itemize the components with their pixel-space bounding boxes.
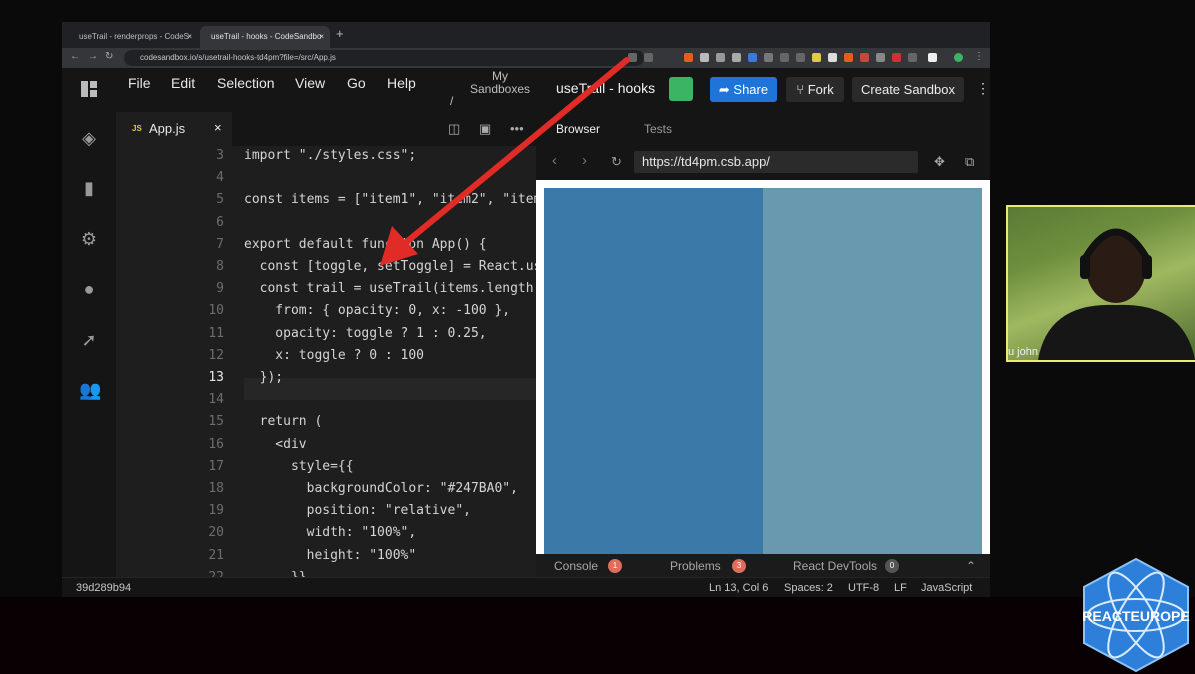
logo-text: REACTEUROPE	[1082, 608, 1189, 624]
speaker-video: u john	[1008, 207, 1195, 360]
webcam-overlay: u john	[1006, 205, 1195, 362]
participant-name: u john	[1008, 346, 1038, 358]
reacteurope-logo: REACTEUROPE	[1082, 557, 1190, 673]
speaker-silhouette	[1038, 228, 1195, 360]
video-letterbox	[0, 597, 1195, 674]
